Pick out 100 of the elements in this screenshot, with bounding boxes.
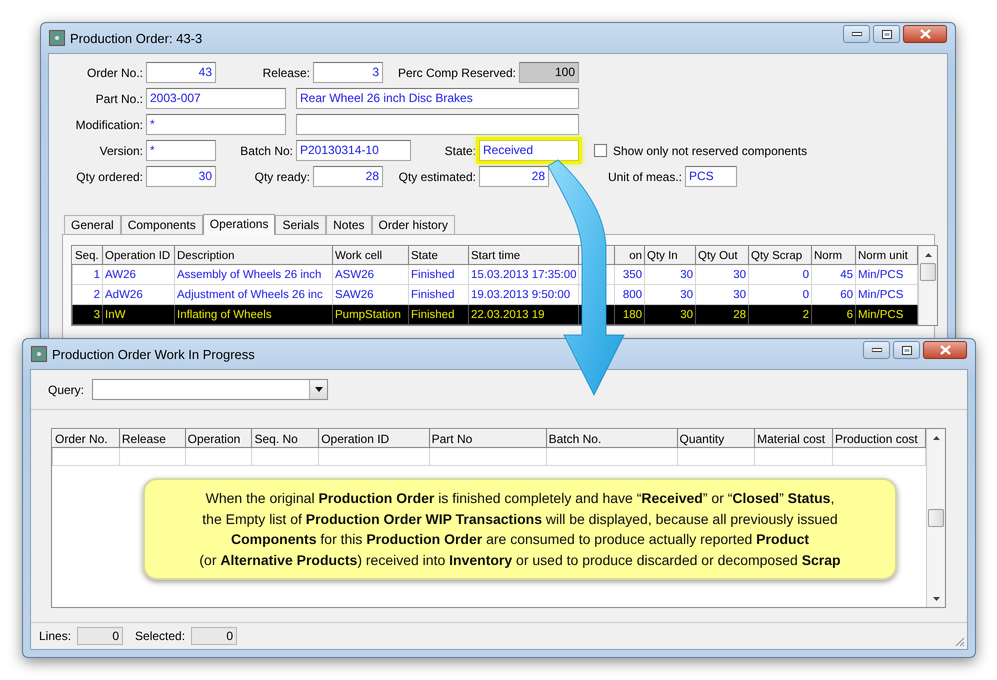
field-label: Order No.: xyxy=(86,66,144,80)
table-cell: 0 xyxy=(748,284,812,304)
table-cell: 30 xyxy=(644,264,696,284)
close-icon xyxy=(940,345,950,355)
status-label: Selected: xyxy=(135,629,186,643)
column-header[interactable]: State xyxy=(408,246,468,264)
input-field[interactable]: 28 xyxy=(313,166,383,187)
column-header[interactable]: Description xyxy=(174,246,332,264)
column-header[interactable]: Operation ID xyxy=(102,246,174,264)
table-cell: 19.03.2013 9:50:00 xyxy=(468,284,578,304)
column-header[interactable]: Operation ID xyxy=(318,430,430,448)
input-field[interactable]: 43 xyxy=(146,62,216,83)
table-cell: SAW26 xyxy=(332,284,408,304)
column-header[interactable]: Seq. xyxy=(72,246,102,264)
column-header[interactable]: Qty In xyxy=(644,246,696,264)
input-field[interactable]: P20130314-10 xyxy=(296,140,411,161)
table-cell: 45 xyxy=(812,264,856,284)
table-cell: 30 xyxy=(696,264,748,284)
column-header[interactable]: on xyxy=(614,246,644,264)
checkbox[interactable] xyxy=(594,144,607,157)
input-field[interactable]: 3 xyxy=(313,62,383,83)
table-cell: 15.03.2013 17:35:00 xyxy=(468,264,578,284)
table-cell: Inflating of Wheels xyxy=(174,304,332,324)
resize-grip-icon[interactable] xyxy=(953,635,965,647)
input-field[interactable]: 30 xyxy=(146,166,216,187)
minimize-icon xyxy=(872,348,882,352)
column-header[interactable]: Production cost xyxy=(832,430,926,448)
maximize-icon xyxy=(902,346,912,354)
field-label: Qty estimated: xyxy=(398,170,477,184)
column-header[interactable]: Material cost xyxy=(754,430,832,448)
column-header[interactable]: Qty Out xyxy=(696,246,748,264)
table-cell: 800 xyxy=(614,284,644,304)
tab[interactable]: Operations xyxy=(202,214,276,235)
table-cell: 3 xyxy=(72,304,102,324)
table-cell: 30 xyxy=(696,284,748,304)
table-cell: ASW26 xyxy=(332,264,408,284)
status-count: 0 xyxy=(77,627,124,645)
maximize-button[interactable] xyxy=(893,341,920,359)
scroll-thumb[interactable] xyxy=(920,263,936,281)
table-cell: Finished xyxy=(408,264,468,284)
close-icon xyxy=(920,29,930,39)
tab[interactable]: General xyxy=(64,215,121,234)
table-cell: Min/PCS xyxy=(856,304,918,324)
input-field[interactable]: Received xyxy=(479,140,579,161)
input-field[interactable]: * xyxy=(146,140,216,161)
field-label: Release: xyxy=(262,66,311,80)
input-field[interactable]: 2003-007 xyxy=(146,88,286,109)
field-label: State: xyxy=(444,144,477,158)
maximize-icon xyxy=(882,30,892,38)
input-field[interactable]: PCS xyxy=(685,166,737,187)
close-button[interactable] xyxy=(923,341,967,359)
table-cell: InW xyxy=(102,304,174,324)
table-cell: 2 xyxy=(748,304,812,324)
input-field[interactable]: 28 xyxy=(479,166,549,187)
table-cell: Min/PCS xyxy=(856,284,918,304)
minimize-icon xyxy=(852,32,862,36)
tab[interactable]: Notes xyxy=(326,215,372,234)
table-cell: 180 xyxy=(614,304,644,324)
table-cell: 28 xyxy=(696,304,748,324)
column-header[interactable]: Start time xyxy=(468,246,578,264)
input-field[interactable] xyxy=(296,114,579,135)
minimize-button[interactable] xyxy=(843,25,870,43)
table-cell: 22.03.2013 19 xyxy=(468,304,578,324)
input-field[interactable]: * xyxy=(146,114,286,135)
column-header[interactable]: Release xyxy=(119,430,186,448)
table-cell: 2 xyxy=(72,284,102,304)
column-header[interactable]: Seq. No xyxy=(252,430,319,448)
column-header[interactable]: Norm xyxy=(812,246,856,264)
input-field[interactable]: Rear Wheel 26 inch Disc Brakes xyxy=(296,88,579,109)
tab[interactable]: Order history xyxy=(372,215,455,234)
tab[interactable]: Components xyxy=(120,215,203,234)
query-dropdown[interactable] xyxy=(92,379,328,400)
field-label: Modification: xyxy=(74,118,144,132)
column-header[interactable]: Batch No. xyxy=(546,430,677,448)
tab[interactable]: Serials xyxy=(275,215,326,234)
column-header[interactable]: Work cell xyxy=(332,246,408,264)
field-label: Perc Comp Reserved: xyxy=(396,66,517,80)
table-cell: PumpStation xyxy=(332,304,408,324)
table-cell: AdW26 xyxy=(102,284,174,304)
table-cell: Adjustment of Wheels 26 inc xyxy=(174,284,332,304)
table-cell: Min/PCS xyxy=(856,264,918,284)
dropdown-arrow-icon xyxy=(314,387,323,392)
close-button[interactable] xyxy=(903,25,947,43)
scroll-thumb[interactable] xyxy=(928,509,944,527)
column-header[interactable]: Order No. xyxy=(52,430,120,448)
column-header[interactable]: Norm unit xyxy=(856,246,918,264)
minimize-button[interactable] xyxy=(863,341,890,359)
field-label: Unit of meas.: xyxy=(606,170,683,184)
table-cell: Finished xyxy=(408,304,468,324)
table-cell: AW26 xyxy=(102,264,174,284)
column-header[interactable]: Quantity xyxy=(677,430,755,448)
column-header[interactable]: Part No xyxy=(429,430,546,448)
table-cell: 350 xyxy=(614,264,644,284)
app-icon xyxy=(49,30,65,46)
callout-note: When the original Production Order is finished completely and have “Received” or “Closed” Status, the Empty list of Production Order WIP Transactions will be displayed, because all previously issued Components for this Production Order are consumed to produce actually reported Product (or Alternative Products) received into Inventory or used to produce discarded or decomposed Scrap xyxy=(143,478,897,580)
column-header[interactable]: Qty Scrap xyxy=(748,246,812,264)
maximize-button[interactable] xyxy=(873,25,900,43)
field-label: Qty ready: xyxy=(254,170,311,184)
column-header[interactable]: Operation xyxy=(185,430,252,448)
checkbox-label: Show only not reserved components xyxy=(613,144,808,158)
